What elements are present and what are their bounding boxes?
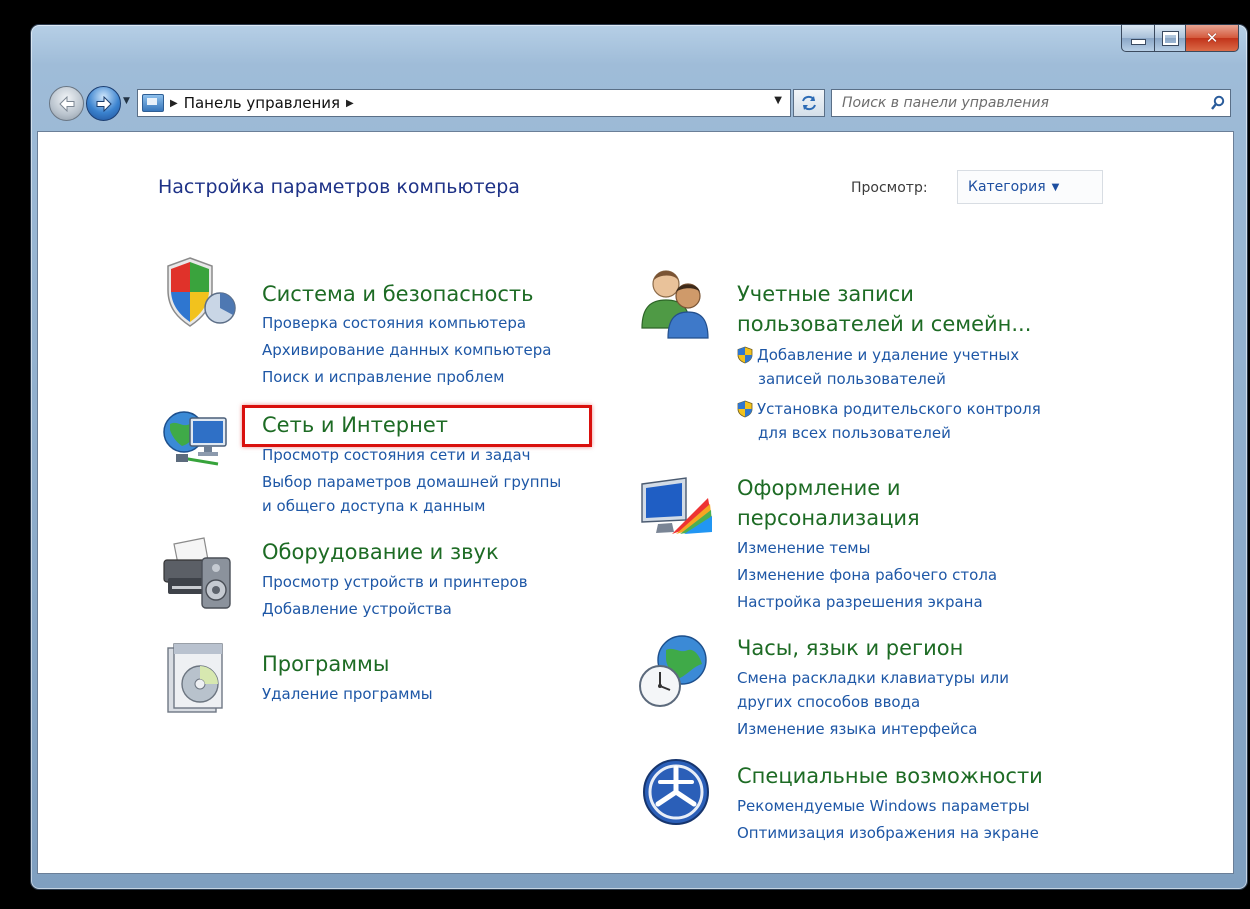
link-adjust-screen-resolution[interactable]: Настройка разрешения экрана	[737, 591, 983, 613]
link-view-devices-printers[interactable]: Просмотр устройств и принтеров	[262, 571, 528, 593]
link-uninstall-program[interactable]: Удаление программы	[262, 683, 433, 705]
chevron-down-icon: ▼	[1051, 181, 1060, 193]
refresh-button[interactable]	[793, 89, 825, 117]
category-system-security[interactable]: Система и безопасность	[262, 279, 533, 309]
link-backup-computer[interactable]: Архивирование данных компьютера	[262, 339, 551, 361]
close-icon: ✕	[1205, 29, 1219, 47]
monitor-palette-icon[interactable]	[636, 470, 716, 550]
link-parental-controls[interactable]: Установка родительского контроля	[737, 398, 1041, 420]
link-change-display-language[interactable]: Изменение языка интерфейса	[737, 718, 977, 740]
link-view-network-status[interactable]: Просмотр состояния сети и задач	[262, 444, 531, 466]
printer-speaker-icon[interactable]	[160, 534, 240, 614]
accessibility-icon[interactable]	[636, 752, 716, 832]
content-area: Настройка параметров компьютера Просмотр…	[37, 131, 1234, 874]
back-arrow-icon	[58, 95, 74, 112]
link-add-remove-accounts-line2[interactable]: записей пользователей	[758, 368, 946, 390]
link-change-desktop-background[interactable]: Изменение фона рабочего стола	[737, 564, 997, 586]
view-by-dropdown[interactable]: Категория ▼	[957, 170, 1103, 204]
navigation-bar: ▼ ▶ Панель управления ▶ ▼	[49, 83, 1231, 123]
link-homegroup-options[interactable]: Выбор параметров домашней группы	[262, 471, 561, 493]
link-add-device[interactable]: Добавление устройства	[262, 598, 452, 620]
control-panel-window: ✕ ▼ ▶ Панель управления ▶ ▼ Поиск в пане…	[30, 24, 1248, 890]
search-icon[interactable]	[1206, 95, 1230, 111]
control-panel-icon	[142, 94, 164, 112]
uac-shield-icon	[737, 346, 753, 364]
link-check-computer-status[interactable]: Проверка состояния компьютера	[262, 312, 526, 334]
category-ease-of-access[interactable]: Специальные возможности	[737, 761, 1043, 791]
link-add-remove-accounts[interactable]: Добавление и удаление учетных	[737, 344, 1019, 366]
highlight-frame	[242, 405, 592, 447]
category-user-accounts[interactable]: Учетные записи	[737, 279, 914, 309]
minimize-button[interactable]	[1121, 25, 1155, 52]
close-button[interactable]: ✕	[1186, 25, 1239, 52]
maximize-icon	[1161, 30, 1179, 46]
link-recommended-settings[interactable]: Рекомендуемые Windows параметры	[737, 795, 1030, 817]
link-change-input-methods[interactable]: других способов ввода	[737, 691, 920, 713]
category-user-accounts-line2[interactable]: пользователей и семейн...	[737, 309, 1031, 339]
link-parental-controls-line2[interactable]: для всех пользователей	[758, 422, 951, 444]
maximize-button[interactable]	[1155, 25, 1186, 52]
shield-icon[interactable]	[160, 252, 240, 332]
category-clock-language-region[interactable]: Часы, язык и регион	[737, 633, 963, 663]
breadcrumb-control-panel[interactable]: Панель управления	[184, 94, 340, 112]
link-sharing-options[interactable]: и общего доступа к данным	[262, 495, 485, 517]
minimize-icon	[1130, 39, 1146, 45]
view-label: Просмотр:	[851, 180, 928, 196]
forward-button[interactable]	[86, 86, 121, 121]
link-parental-controls-text[interactable]: Установка родительского контроля	[757, 398, 1041, 420]
category-hardware-sound[interactable]: Оборудование и звук	[262, 537, 499, 567]
link-change-keyboard[interactable]: Смена раскладки клавиатуры или	[737, 667, 1009, 689]
category-appearance[interactable]: Оформление и	[737, 473, 900, 503]
link-add-remove-accounts-text[interactable]: Добавление и удаление учетных	[757, 344, 1019, 366]
link-change-theme[interactable]: Изменение темы	[737, 537, 870, 559]
link-optimize-visual-display[interactable]: Оптимизация изображения на экране	[737, 822, 1039, 844]
uac-shield-icon	[737, 400, 753, 418]
recent-pages-dropdown[interactable]: ▼	[123, 96, 130, 106]
breadcrumb-separator-icon[interactable]: ▶	[170, 98, 178, 109]
address-bar[interactable]: ▶ Панель управления ▶ ▼	[137, 89, 791, 117]
page-title: Настройка параметров компьютера	[158, 176, 520, 198]
forward-arrow-icon	[96, 95, 112, 112]
breadcrumb-separator-icon[interactable]: ▶	[346, 98, 354, 109]
back-button[interactable]	[49, 86, 84, 121]
clock-globe-icon[interactable]	[636, 632, 716, 712]
category-programs[interactable]: Программы	[262, 649, 389, 679]
address-dropdown-icon[interactable]: ▼	[774, 95, 782, 106]
network-globe-icon[interactable]	[160, 400, 240, 480]
search-input[interactable]	[840, 94, 1206, 112]
link-find-fix-problems[interactable]: Поиск и исправление проблем	[262, 366, 504, 388]
programs-disc-icon[interactable]	[160, 640, 240, 720]
search-box	[831, 89, 1231, 117]
caption-buttons: ✕	[1121, 25, 1239, 53]
users-icon[interactable]	[636, 262, 716, 342]
category-appearance-line2[interactable]: персонализация	[737, 503, 920, 533]
refresh-icon	[802, 95, 816, 111]
view-by-value: Категория	[968, 179, 1046, 195]
